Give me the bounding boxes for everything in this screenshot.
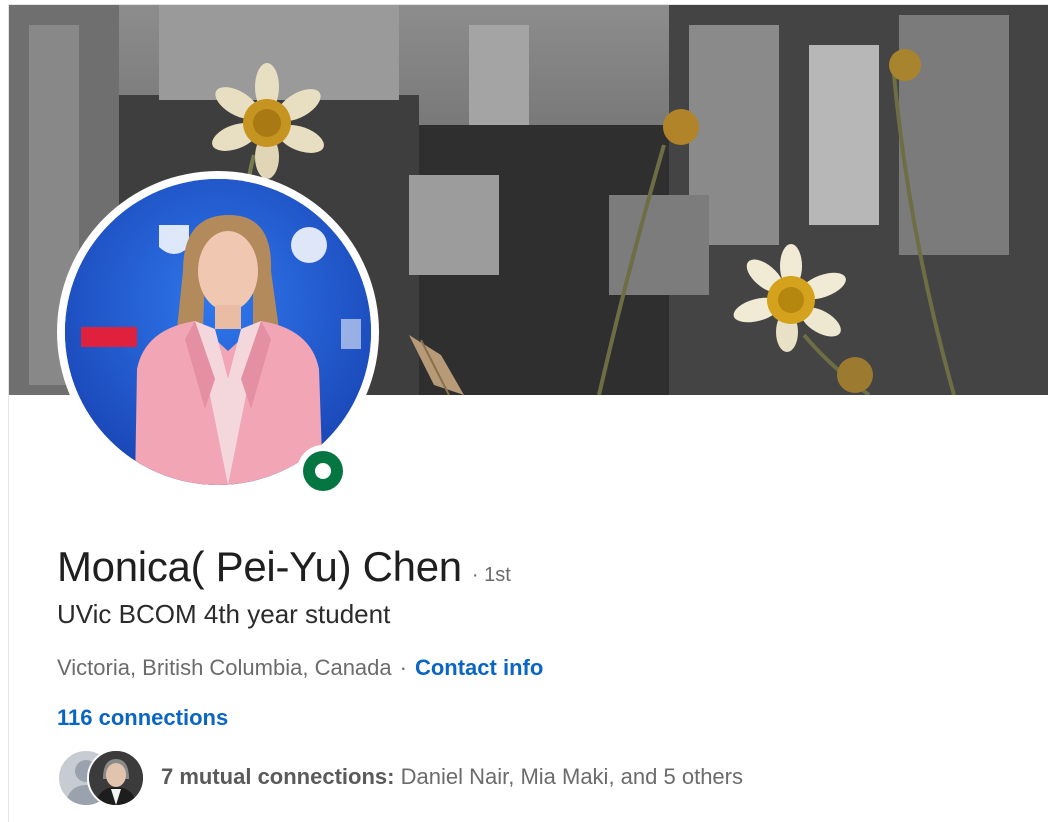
name-row: Monica( Pei-Yu) Chen · 1st xyxy=(57,543,511,591)
connection-degree: · 1st xyxy=(471,564,511,586)
mutual-names: Daniel Nair, Mia Maki, and 5 others xyxy=(400,764,743,789)
presence-indicator xyxy=(297,445,349,497)
mutual-avatar-2 xyxy=(87,749,145,807)
connections-link[interactable]: 116 connections xyxy=(57,705,228,731)
contact-info-link[interactable]: Contact info xyxy=(415,655,543,681)
profile-card: Monica( Pei-Yu) Chen · 1st UVic BCOM 4th… xyxy=(8,4,1048,822)
location-row: Victoria, British Columbia, Canada · Con… xyxy=(57,655,543,681)
mutual-connections-link[interactable]: 7 mutual connections: Daniel Nair, Mia M… xyxy=(57,747,743,807)
avatar[interactable] xyxy=(65,179,371,485)
mutual-avatars xyxy=(57,747,153,807)
separator-dot: · xyxy=(399,655,407,680)
online-status-icon xyxy=(303,451,343,491)
profile-headline: UVic BCOM 4th year student xyxy=(57,599,391,629)
mutual-count: 7 mutual connections: xyxy=(161,764,395,789)
profile-photo xyxy=(65,179,371,485)
profile-name: Monica( Pei-Yu) Chen xyxy=(57,543,462,590)
profile-location: Victoria, British Columbia, Canada xyxy=(57,655,392,680)
mutual-connections-text: 7 mutual connections: Daniel Nair, Mia M… xyxy=(161,764,743,790)
